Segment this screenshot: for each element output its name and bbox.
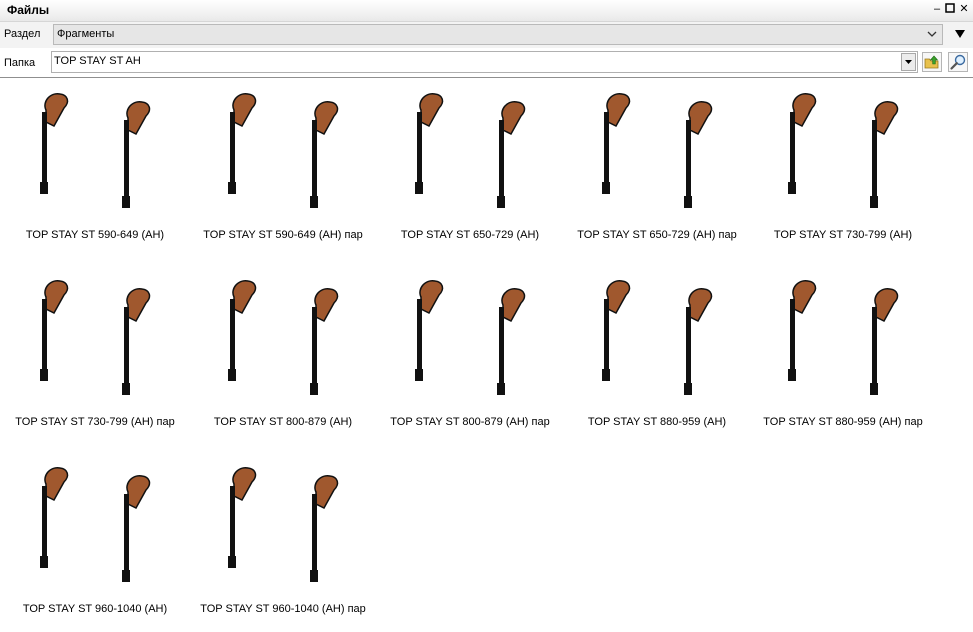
file-label: TOP STAY ST 730-799 (AH) (773, 229, 913, 241)
top-stay-pair-icon (788, 280, 899, 395)
folder-up-icon (924, 55, 939, 69)
top-stay-pair-icon (415, 93, 526, 208)
file-item[interactable]: TOP STAY ST 650-729 (AH) (375, 78, 565, 258)
top-stay-pair-icon (40, 280, 151, 395)
file-label: TOP STAY ST 650-729 (AH) пар (577, 229, 737, 241)
file-item[interactable]: TOP STAY ST 800-879 (AH) (188, 265, 378, 445)
folder-up-button[interactable] (922, 52, 942, 72)
top-stay-pair-icon (415, 280, 526, 395)
file-label: TOP STAY ST 960-1040 (AH) пар (200, 603, 366, 615)
title-bar: Файлы – ✕ (0, 0, 973, 22)
file-item[interactable]: TOP STAY ST 880-959 (AH) (562, 265, 752, 445)
search-button[interactable] (948, 52, 968, 72)
folder-input[interactable]: TOP STAY ST AH (51, 51, 918, 73)
section-label: Раздел (4, 28, 41, 40)
file-item[interactable]: TOP STAY ST 800-879 (AH) пар (375, 265, 565, 445)
section-value: Фрагменты (57, 28, 115, 40)
triangle-down-icon (905, 60, 912, 64)
minimize-icon[interactable]: – (931, 3, 943, 15)
file-item[interactable]: TOP STAY ST 880-959 (AH) пар (748, 265, 938, 445)
file-label: TOP STAY ST 800-879 (AH) (213, 416, 353, 428)
file-item[interactable]: TOP STAY ST 960-1040 (AH) пар (188, 452, 378, 632)
folder-row: Папка TOP STAY ST AH (0, 48, 973, 77)
file-item[interactable]: TOP STAY ST 650-729 (AH) пар (562, 78, 752, 258)
top-stay-pair-icon (602, 93, 713, 208)
folder-label: Папка (4, 57, 36, 69)
window-title: Файлы (7, 3, 50, 17)
file-label: TOP STAY ST 960-1040 (AH) (22, 603, 168, 615)
folder-dropdown-button[interactable] (901, 53, 916, 71)
file-label: TOP STAY ST 730-799 (AH) пар (15, 416, 175, 428)
file-label: TOP STAY ST 590-649 (AH) (25, 229, 165, 241)
file-label: TOP STAY ST 590-649 (AH) пар (203, 229, 363, 241)
file-label: TOP STAY ST 880-959 (AH) (587, 416, 727, 428)
file-item[interactable]: TOP STAY ST 960-1040 (AH) (0, 452, 190, 632)
file-item[interactable]: TOP STAY ST 590-649 (AH) (0, 78, 190, 258)
chevron-down-icon[interactable] (924, 26, 940, 42)
top-stay-pair-icon (788, 93, 899, 208)
file-label: TOP STAY ST 800-879 (AH) пар (390, 416, 550, 428)
file-item[interactable]: TOP STAY ST 590-649 (AH) пар (188, 78, 378, 258)
close-icon[interactable]: ✕ (958, 3, 970, 15)
top-stay-pair-icon (40, 467, 151, 582)
top-stay-pair-icon (40, 93, 151, 208)
maximize-icon[interactable] (944, 3, 956, 15)
file-item[interactable]: TOP STAY ST 730-799 (AH) пар (0, 265, 190, 445)
file-label: TOP STAY ST 880-959 (AH) пар (763, 416, 923, 428)
triangle-down-icon[interactable] (954, 29, 966, 39)
folder-value: TOP STAY ST AH (54, 55, 141, 67)
top-stay-pair-icon (228, 93, 339, 208)
top-stay-pair-icon (602, 280, 713, 395)
file-grid: TOP STAY ST 590-649 (AH) TOP STAY ST 590… (0, 77, 973, 621)
magnifier-icon (950, 54, 966, 70)
file-item[interactable]: TOP STAY ST 730-799 (AH) (748, 78, 938, 258)
section-row: Раздел Фрагменты (0, 22, 973, 48)
file-label: TOP STAY ST 650-729 (AH) (400, 229, 540, 241)
top-stay-pair-icon (228, 467, 339, 582)
top-stay-pair-icon (228, 280, 339, 395)
section-select[interactable]: Фрагменты (53, 24, 943, 45)
